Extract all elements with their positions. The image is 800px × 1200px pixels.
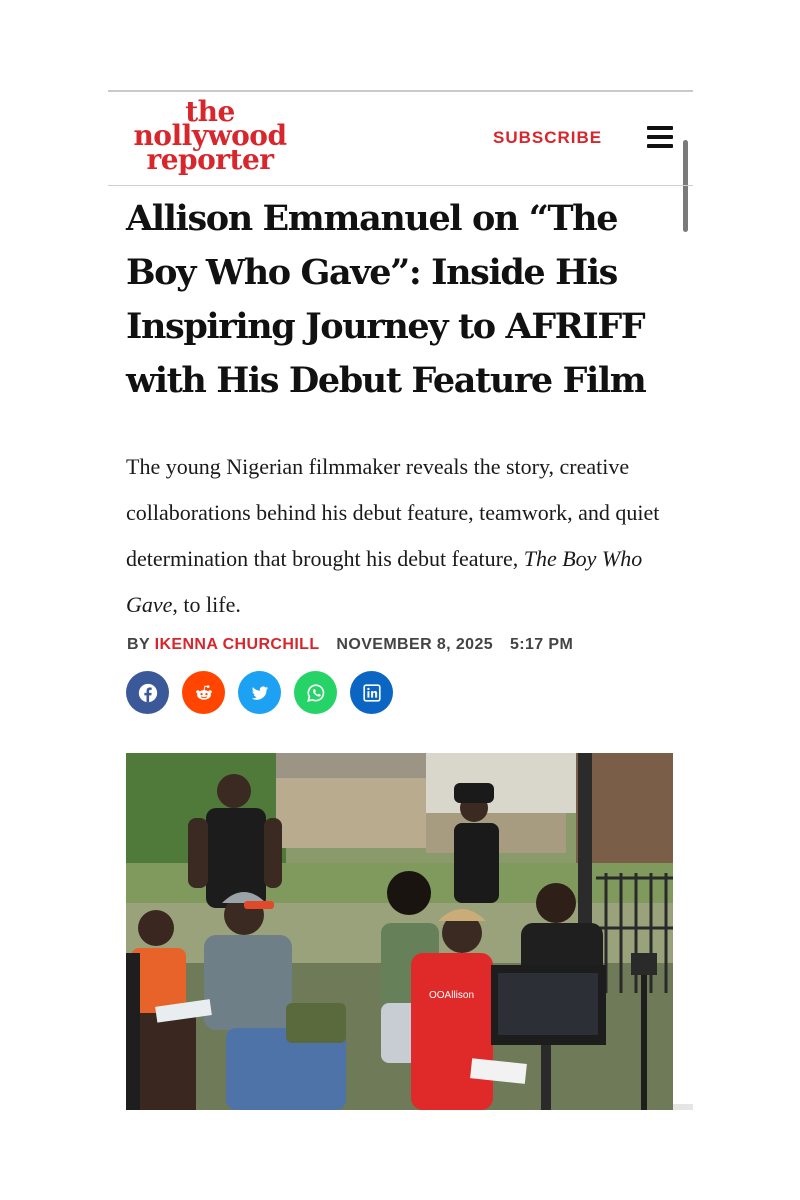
header-divider [108,185,693,186]
twitter-share-button[interactable] [238,671,281,714]
byline-prefix: BY [127,636,150,653]
linkedin-share-button[interactable] [350,671,393,714]
menu-bar [647,144,673,148]
facebook-share-button[interactable] [126,671,169,714]
hamburger-menu-icon[interactable] [647,126,673,148]
article-hero-image[interactable]: OOАllison [126,753,673,1110]
author-link[interactable]: IKENNA CHURCHILL [155,636,320,653]
publish-date: NOVEMBER 8, 2025 [336,636,494,653]
facebook-icon [138,683,157,702]
article-headline: Allison Emmanuel on “The Boy Who Gave”: … [126,198,647,401]
whatsapp-share-button[interactable] [294,671,337,714]
article-dek: The young Nigerian filmmaker reveals the… [126,444,686,628]
shirt-text: OOАllison [429,990,474,1001]
menu-bar [647,135,673,139]
linkedin-icon [362,683,381,702]
share-buttons [126,671,393,714]
byline: BY IKENNA CHURCHILL NOVEMBER 8, 2025 5:1… [127,636,573,654]
logo-line-reporter: reporter [146,143,274,176]
film-set-photo: OOАllison [126,753,673,1110]
site-logo[interactable]: the nollywood reporter [125,98,295,176]
reddit-share-button[interactable] [182,671,225,714]
whatsapp-icon [306,683,324,702]
publish-time: 5:17 PM [509,636,574,653]
reddit-icon [195,684,212,700]
menu-bar [647,126,673,130]
dek-text-end: , to life. [172,592,241,617]
top-divider [108,90,693,92]
twitter-icon [251,686,268,700]
subscribe-button[interactable]: SUBSCRIBE [493,128,602,148]
image-edge-tab [673,1104,693,1110]
